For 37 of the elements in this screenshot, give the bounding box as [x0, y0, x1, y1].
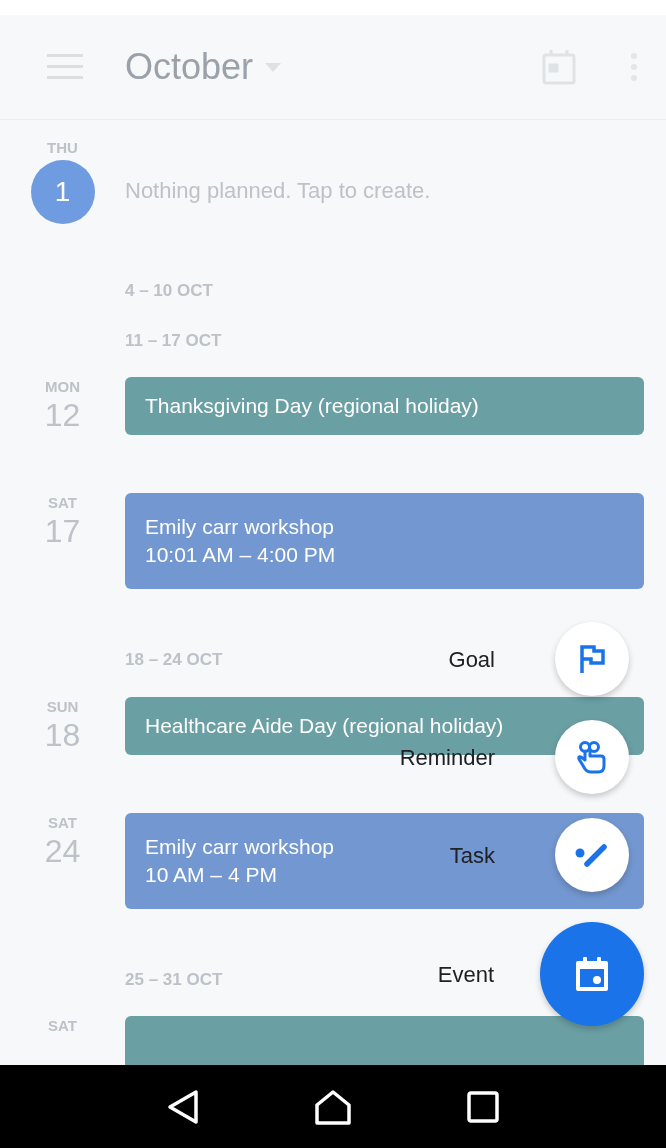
fab-action-button[interactable] [555, 720, 629, 794]
day-number: 24 [44, 832, 81, 869]
week-range-label: 4 – 10 OCT [125, 280, 213, 302]
week-range-label: 18 – 24 OCT [125, 649, 223, 671]
event-time: 10 AM – 4 PM [145, 861, 277, 888]
day-number: 18 [44, 716, 81, 753]
fab-action-button[interactable] [555, 622, 629, 696]
week-range-label: 25 – 31 OCT [125, 968, 223, 991]
day-name: SUN [46, 696, 79, 717]
calendar-icon [575, 956, 609, 992]
day-name: SAT [48, 1016, 77, 1036]
event-time: 10:01 AM – 4:00 PM [145, 542, 336, 568]
day-name: SAT [48, 812, 77, 833]
day-number: 12 [44, 397, 81, 433]
flag-icon [578, 644, 606, 674]
back-icon[interactable] [167, 1088, 200, 1125]
fab-action-label[interactable]: Event [437, 957, 494, 991]
day-name: THU [47, 138, 78, 158]
day-name: MON [45, 377, 80, 397]
event-title: Emily carr workshop [145, 833, 335, 860]
create-event-button[interactable] [540, 922, 644, 1026]
hand-icon [576, 740, 608, 774]
recent-apps-icon[interactable] [466, 1090, 499, 1123]
event-card[interactable]: Thanksgiving Day (regional holiday) [125, 377, 644, 435]
fab-action-label[interactable]: Goal [448, 642, 495, 676]
event-title: Healthcare Aide Day (regional holiday) [145, 712, 504, 739]
home-icon[interactable] [314, 1088, 352, 1125]
day-name: SAT [48, 493, 77, 513]
check-icon [575, 843, 609, 867]
fab-action-label[interactable]: Task [449, 838, 495, 872]
week-range-label: 11 – 17 OCT [125, 329, 222, 352]
event-title: Thanksgiving Day (regional holiday) [145, 393, 479, 419]
event-card[interactable]: Emily carr workshop 10:01 AM – 4:00 PM [125, 493, 644, 589]
empty-day-text[interactable]: Nothing planned. Tap to create. [125, 174, 644, 207]
event-title: Emily carr workshop [145, 514, 335, 540]
day-number: 17 [44, 513, 81, 549]
month-dropdown[interactable]: October [125, 40, 282, 94]
